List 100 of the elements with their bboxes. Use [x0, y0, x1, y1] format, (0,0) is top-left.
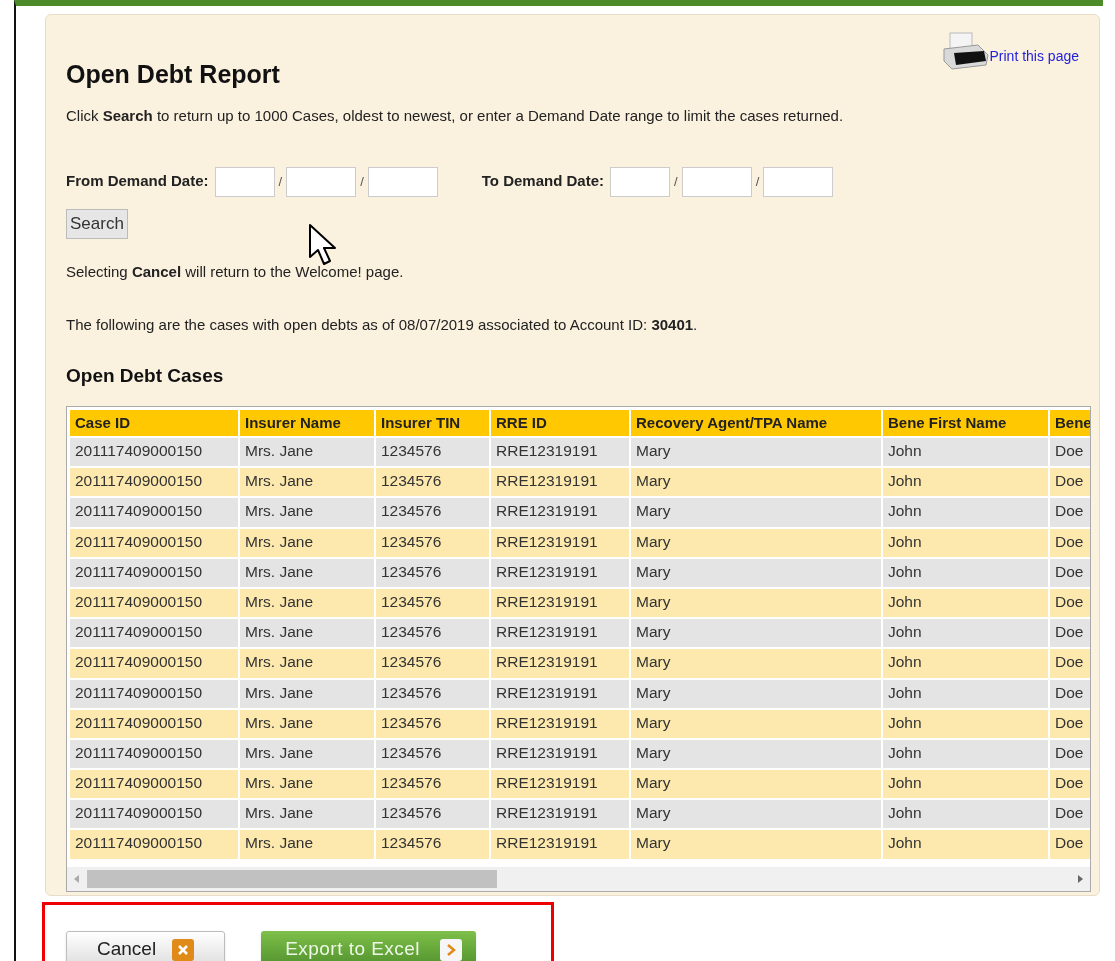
table-cell: 1234576	[376, 468, 489, 497]
table-cell: 201117409000150	[70, 770, 238, 799]
table-cell: RRE12319191	[491, 438, 629, 467]
table-cell: Mrs. Jane	[240, 438, 374, 467]
table-cell: 201117409000150	[70, 588, 238, 618]
column-header: Insurer Name	[240, 410, 374, 436]
table-cell: Mary	[631, 528, 881, 557]
table-cell: John	[883, 800, 1048, 829]
date-field[interactable]	[610, 166, 670, 197]
table-cell: Doe	[1050, 588, 1090, 618]
table-cell: 1234576	[376, 800, 489, 829]
table-cell: Doe	[1050, 679, 1090, 708]
table-cell: Mary	[631, 770, 881, 799]
scrollbar-thumb[interactable]	[87, 869, 497, 888]
table-cell: Mrs. Jane	[240, 528, 374, 557]
date-separator: /	[755, 172, 760, 191]
table-cell: Mrs. Jane	[240, 800, 374, 829]
table-cell: Doe	[1050, 528, 1090, 557]
table-cell: 201117409000150	[70, 438, 238, 467]
table-cell: Mary	[631, 739, 881, 769]
column-header: Case ID	[70, 410, 238, 436]
column-header: RRE ID	[491, 410, 629, 436]
search-button[interactable]: Search	[66, 208, 128, 239]
table-cell: John	[883, 830, 1048, 859]
table-cell: Mrs. Jane	[240, 739, 374, 769]
table-cell: RRE12319191	[491, 800, 629, 829]
table-cell: 1234576	[376, 770, 489, 799]
table-cell: Mary	[631, 498, 881, 527]
table-cell: Mrs. Jane	[240, 679, 374, 708]
table-cell: RRE12319191	[491, 468, 629, 497]
table-cell: 1234576	[376, 588, 489, 618]
table-cell: Doe	[1050, 800, 1090, 829]
close-icon	[172, 938, 195, 961]
table-cell: 201117409000150	[70, 649, 238, 678]
table-cell: Mary	[631, 830, 881, 859]
table-cell: 201117409000150	[70, 679, 238, 708]
date-separator: /	[360, 172, 364, 191]
table-cell: Mrs. Jane	[240, 770, 374, 799]
table-cell: 201117409000150	[70, 619, 238, 648]
instructions-text: Click Search to return up to 1000 Cases, oldest to newest, or enter a Demand Date range to limit the cases returned.	[66, 106, 845, 126]
column-header: Insurer TIN	[376, 410, 489, 436]
table-cell: John	[883, 528, 1048, 557]
table-cell: 1234576	[376, 528, 489, 557]
table-cell: 201117409000150	[70, 709, 238, 738]
date-label: To Demand Date:	[481, 171, 604, 192]
table-cell: Mrs. Jane	[240, 558, 374, 587]
column-header: Bene First Name	[883, 410, 1048, 436]
table-cell: Mary	[631, 619, 881, 648]
date-field[interactable]	[367, 166, 438, 197]
table-cell: Mary	[631, 588, 881, 618]
mouse-pointer-icon	[308, 223, 338, 267]
table-cell: RRE12319191	[491, 739, 629, 769]
table-cell: 201117409000150	[70, 830, 238, 859]
table-cell: 1234576	[376, 558, 489, 587]
table-cell: Doe	[1050, 770, 1090, 799]
table-cell: Mrs. Jane	[240, 649, 374, 678]
table-cell: Doe	[1050, 830, 1090, 859]
table-cell: 1234576	[376, 830, 489, 859]
table-cell: Doe	[1050, 438, 1090, 467]
table-title: Open Debt Cases	[66, 363, 225, 388]
table-cell: Mrs. Jane	[240, 588, 374, 618]
horizontal-scrollbar[interactable]	[67, 866, 1090, 891]
table-cell: RRE12319191	[491, 558, 629, 587]
table-cell: 1234576	[376, 739, 489, 769]
table-cell: Mary	[631, 649, 881, 678]
print-link[interactable]: Print this page	[989, 46, 1079, 67]
table-cell: Mary	[631, 800, 881, 829]
table-cell: 1234576	[376, 498, 489, 527]
table-cell: Doe	[1050, 739, 1090, 769]
date-field[interactable]	[214, 166, 275, 197]
column-header: Recovery Agent/TPA Name	[631, 410, 881, 436]
date-separator: /	[278, 172, 283, 191]
table-cell: RRE12319191	[491, 588, 629, 618]
table-cell: Mary	[631, 709, 881, 738]
cancel-button[interactable]: Cancel	[66, 930, 226, 961]
date-field[interactable]	[763, 166, 834, 197]
table-cell: Mrs. Jane	[240, 709, 374, 738]
table-cell: RRE12319191	[491, 528, 629, 557]
table-cell: John	[883, 739, 1048, 769]
date-field[interactable]	[286, 166, 357, 197]
table-cell: RRE12319191	[491, 770, 629, 799]
table-cell: Mrs. Jane	[240, 830, 374, 859]
table-cell: John	[883, 588, 1048, 618]
table-cell: John	[883, 679, 1048, 708]
table-cell: John	[883, 649, 1048, 678]
table-cell: 201117409000150	[70, 498, 238, 527]
date-field[interactable]	[681, 166, 752, 197]
table-cell: Doe	[1050, 498, 1090, 527]
date-label: From Demand Date:	[66, 171, 209, 192]
date-separator: /	[674, 172, 678, 191]
table-cell: RRE12319191	[491, 498, 629, 527]
page-title: Open Debt Report	[66, 59, 280, 89]
table-cell: 201117409000150	[70, 558, 238, 587]
table-cell: 1234576	[376, 438, 489, 467]
table-cell: Doe	[1050, 468, 1090, 497]
table-cell: RRE12319191	[491, 649, 629, 678]
table-cell: Mary	[631, 679, 881, 708]
cancel-note: Selecting Cancel will return to the Welcome! page.	[66, 261, 405, 282]
table-cell: John	[883, 498, 1048, 527]
table-cell: 1234576	[376, 679, 489, 708]
